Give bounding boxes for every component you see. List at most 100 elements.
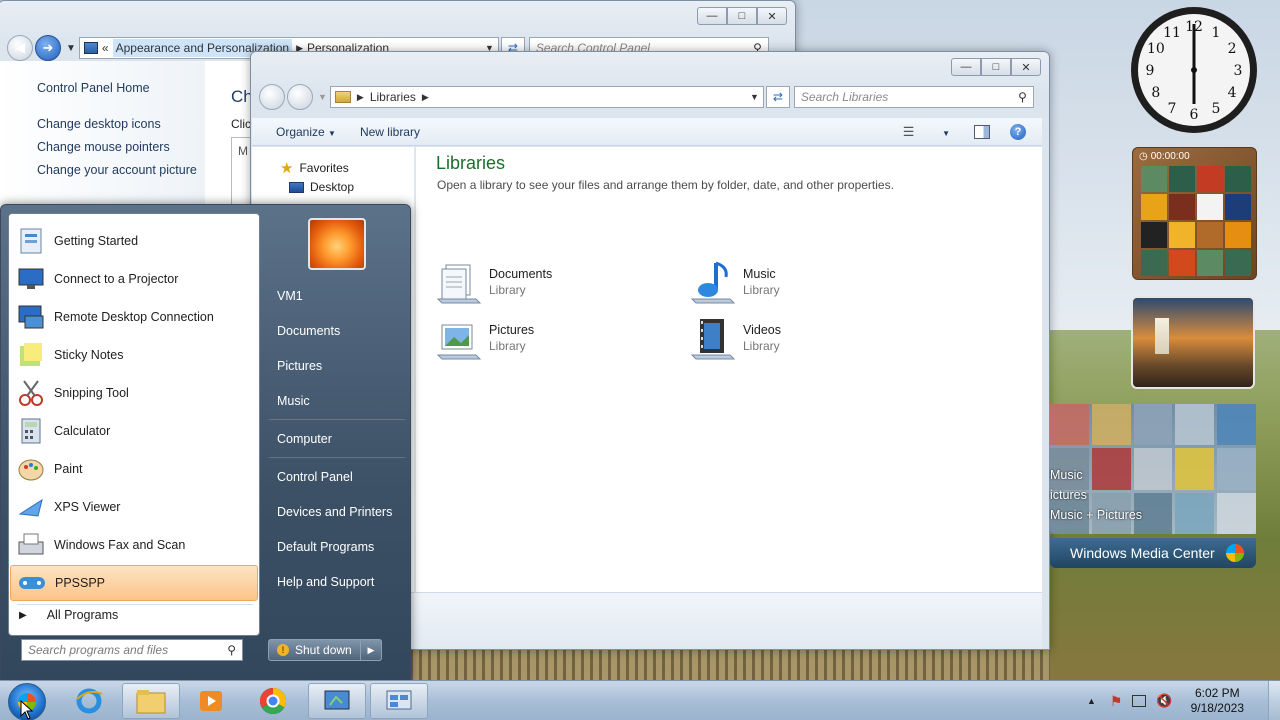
link-music[interactable]: Music bbox=[277, 394, 310, 408]
breadcrumb-arrow-icon[interactable]: ▶ bbox=[357, 92, 364, 103]
taskbar-media-player[interactable] bbox=[182, 683, 240, 719]
start-menu[interactable]: Getting Started Connect to a Projector R… bbox=[0, 204, 411, 681]
media-item-music[interactable]: Music bbox=[1050, 468, 1083, 482]
nav-favorites[interactable]: ★ Favorites bbox=[280, 159, 349, 177]
taskbar-chrome[interactable] bbox=[244, 683, 302, 719]
taskbar-control-panel[interactable] bbox=[308, 683, 366, 719]
change-view-icon[interactable]: ☰ ▼ bbox=[903, 124, 950, 140]
start-search-input[interactable]: Search programs and files ⚲ bbox=[21, 639, 243, 661]
link-help-support[interactable]: Help and Support bbox=[277, 575, 374, 589]
link-default-programs[interactable]: Default Programs bbox=[277, 540, 374, 554]
breadcrumb-overflow-icon[interactable]: « bbox=[102, 41, 109, 55]
forward-button[interactable] bbox=[287, 84, 313, 110]
nav-desktop[interactable]: Desktop bbox=[289, 180, 354, 194]
sidebar-change-desktop-icons[interactable]: Change desktop icons bbox=[37, 117, 161, 131]
show-hidden-icons-icon[interactable]: ▲ bbox=[1087, 696, 1096, 706]
libraries-folder-icon bbox=[334, 91, 351, 103]
close-button[interactable]: ✕ bbox=[757, 7, 787, 25]
clock-gadget[interactable]: 121234567891011 bbox=[1128, 4, 1260, 136]
library-documents[interactable]: Documents Library bbox=[436, 259, 666, 309]
preview-pane-icon[interactable] bbox=[974, 124, 990, 139]
forward-button[interactable]: ➜ bbox=[35, 35, 61, 61]
program-getting-started[interactable]: Getting Started bbox=[10, 223, 258, 259]
link-computer[interactable]: Computer bbox=[277, 432, 332, 446]
program-calculator[interactable]: Calculator bbox=[10, 413, 258, 449]
program-xps-viewer[interactable]: XPS Viewer bbox=[10, 489, 258, 525]
recent-pages-icon[interactable]: ▼ bbox=[318, 92, 327, 102]
paint-palette-icon bbox=[18, 459, 44, 481]
sidebar-control-panel-home[interactable]: Control Panel Home bbox=[37, 81, 150, 95]
star-icon: ★ bbox=[280, 160, 294, 177]
library-type: Library bbox=[489, 339, 526, 353]
user-picture[interactable] bbox=[308, 218, 366, 270]
close-button[interactable]: ✕ bbox=[1011, 58, 1041, 76]
clock-icon: ◷ bbox=[1139, 151, 1148, 162]
all-programs-button[interactable]: ▶ All Programs bbox=[19, 608, 118, 622]
media-center-gadget[interactable]: Music ictures Music + Pictures bbox=[1050, 404, 1256, 534]
breadcrumb-libraries[interactable]: Libraries bbox=[370, 90, 416, 104]
puzzle-grid[interactable] bbox=[1141, 166, 1251, 276]
control-panel-icon bbox=[324, 690, 350, 710]
address-dropdown-icon[interactable]: ▼ bbox=[750, 92, 759, 102]
back-button[interactable] bbox=[259, 84, 285, 110]
taskbar-system-window[interactable] bbox=[370, 683, 428, 719]
link-devices-printers[interactable]: Devices and Printers bbox=[277, 505, 392, 519]
program-sticky-notes[interactable]: Sticky Notes bbox=[10, 337, 258, 373]
start-menu-programs: Getting Started Connect to a Projector R… bbox=[8, 213, 260, 636]
link-control-panel[interactable]: Control Panel bbox=[277, 470, 353, 484]
maximize-button[interactable]: □ bbox=[727, 7, 757, 25]
back-button[interactable]: ◀ bbox=[7, 35, 33, 61]
xps-viewer-icon bbox=[18, 498, 43, 517]
program-ppsspp[interactable]: PPSSPP bbox=[10, 565, 258, 601]
minimize-button[interactable]: — bbox=[951, 58, 981, 76]
media-item-music-pictures[interactable]: Music + Pictures bbox=[1050, 508, 1142, 522]
libraries-content: Libraries Open a library to see your fil… bbox=[416, 147, 1042, 592]
program-remote-desktop[interactable]: Remote Desktop Connection bbox=[10, 299, 258, 335]
library-music[interactable]: Music Library bbox=[690, 259, 920, 309]
taskbar-windows-explorer[interactable] bbox=[122, 683, 180, 719]
taskbar-internet-explorer[interactable] bbox=[60, 683, 118, 719]
action-center-flag-icon[interactable]: ⚑ bbox=[1110, 693, 1123, 710]
new-library-button[interactable]: New library bbox=[360, 125, 420, 139]
page-subtitle: Open a library to see your files and arr… bbox=[437, 178, 894, 192]
sidebar-change-mouse-pointers[interactable]: Change mouse pointers bbox=[37, 140, 170, 154]
clock-number: 8 bbox=[1151, 85, 1160, 101]
volume-muted-icon[interactable]: 🔇 bbox=[1156, 693, 1172, 709]
libraries-search-input[interactable]: Search Libraries ⚲ bbox=[793, 86, 1034, 108]
scissors-icon bbox=[19, 380, 43, 406]
refresh-icon[interactable]: ⇄ bbox=[765, 86, 790, 108]
program-fax-scan[interactable]: Windows Fax and Scan bbox=[10, 527, 258, 563]
library-videos[interactable]: Videos Library bbox=[690, 315, 920, 365]
search-icon: ⚲ bbox=[1018, 90, 1027, 104]
slideshow-gadget[interactable] bbox=[1131, 296, 1255, 389]
link-user-folder[interactable]: VM1 bbox=[277, 289, 303, 303]
sticky-notes-icon bbox=[20, 343, 42, 366]
search-placeholder: Search programs and files bbox=[28, 643, 169, 657]
link-documents[interactable]: Documents bbox=[277, 324, 340, 338]
recent-pages-icon[interactable]: ▼ bbox=[66, 43, 76, 54]
breadcrumb-arrow-icon[interactable]: ▶ bbox=[422, 92, 429, 103]
chevron-down-icon[interactable]: ▼ bbox=[942, 129, 950, 138]
pictures-library-icon bbox=[436, 324, 482, 360]
sidebar-change-account-picture[interactable]: Change your account picture bbox=[37, 163, 197, 177]
media-center-bar[interactable]: Windows Media Center bbox=[1050, 538, 1256, 568]
ppsspp-icon bbox=[19, 577, 45, 589]
taskbar-clock[interactable]: 6:02 PM 9/18/2023 bbox=[1191, 686, 1244, 716]
program-paint[interactable]: Paint bbox=[10, 451, 258, 487]
link-pictures[interactable]: Pictures bbox=[277, 359, 322, 373]
media-item-pictures[interactable]: ictures bbox=[1050, 488, 1087, 502]
search-placeholder: Search Libraries bbox=[800, 90, 889, 104]
organize-button[interactable]: Organize ▼ bbox=[276, 125, 336, 139]
shutdown-options-arrow-icon[interactable]: ▶ bbox=[360, 639, 382, 661]
network-icon[interactable] bbox=[1132, 695, 1147, 707]
show-desktop-button[interactable] bbox=[1268, 681, 1280, 720]
picture-puzzle-gadget[interactable]: ◷ 00:00:00 bbox=[1132, 147, 1257, 280]
help-icon[interactable]: ? bbox=[1010, 123, 1026, 140]
minimize-button[interactable]: — bbox=[697, 7, 727, 25]
program-snipping-tool[interactable]: Snipping Tool bbox=[10, 375, 258, 411]
libraries-address-bar[interactable]: ▶ Libraries ▶ ▼ bbox=[329, 86, 764, 108]
library-pictures[interactable]: Pictures Library bbox=[436, 315, 666, 365]
program-connect-projector[interactable]: Connect to a Projector bbox=[10, 261, 258, 297]
maximize-button[interactable]: □ bbox=[981, 58, 1011, 76]
media-player-icon bbox=[200, 691, 222, 711]
